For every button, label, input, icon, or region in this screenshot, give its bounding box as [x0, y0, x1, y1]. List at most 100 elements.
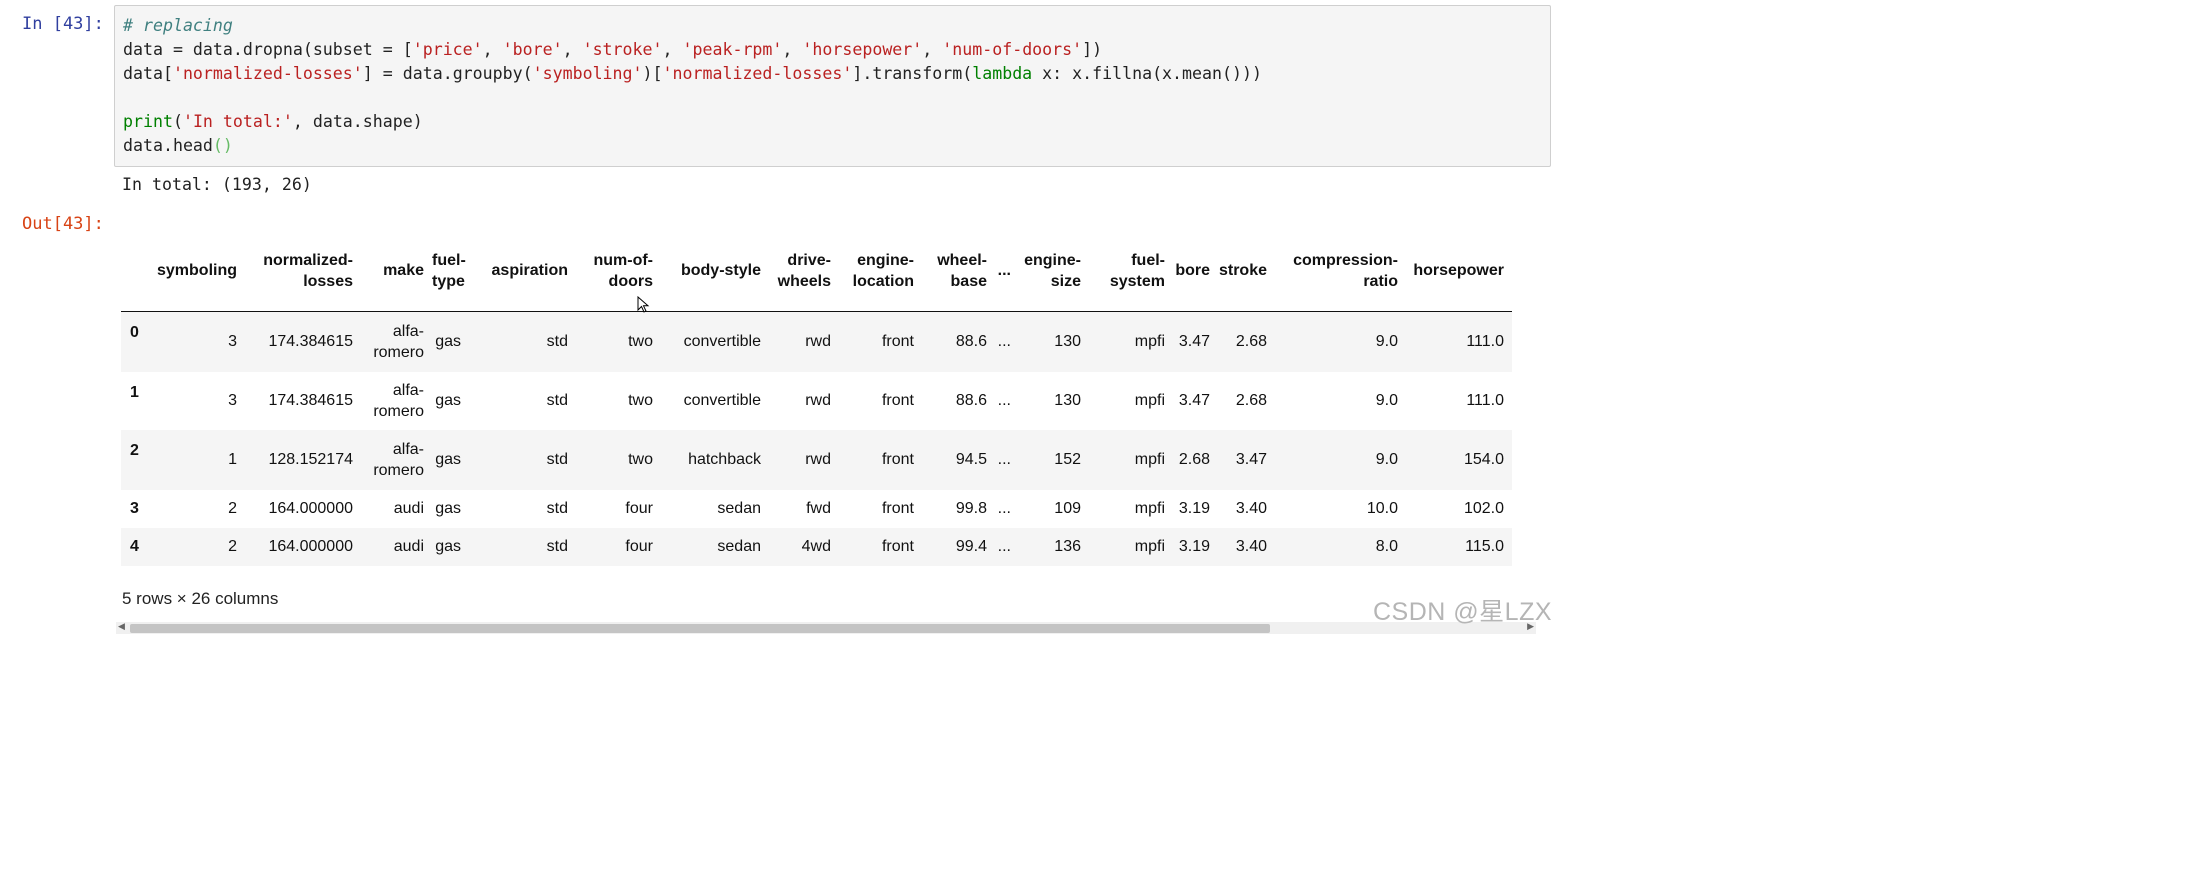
- cell-value: 2.68: [1178, 451, 1210, 468]
- table-cell: ...: [995, 372, 1019, 430]
- table-cell: front: [839, 430, 922, 490]
- dataframe-table: symboling normalized-losses make fuel-type a…: [121, 230, 1512, 566]
- code-editor[interactable]: # replacing data = data.dropna(subset = …: [123, 14, 1262, 158]
- table-cell: hatchback: [661, 430, 769, 490]
- column-header: bore: [1173, 230, 1218, 312]
- cell-value: 102.0: [1463, 500, 1504, 517]
- table-cell: rwd: [769, 430, 839, 490]
- cell-value: 99.4: [955, 538, 987, 555]
- column-header-label: horsepower: [1413, 262, 1504, 279]
- table-cell: 9.0: [1275, 372, 1406, 430]
- table-cell: two: [576, 312, 661, 372]
- table-cell: audi: [361, 490, 432, 528]
- table-cell: 130: [1019, 372, 1089, 430]
- table-cell: 111.0: [1406, 372, 1512, 430]
- column-header: make: [361, 230, 432, 312]
- table-cell: gas: [432, 312, 469, 372]
- table-cell: 164.000000: [245, 528, 361, 566]
- table-cell: alfa-romero: [361, 372, 432, 430]
- cell-value: front: [881, 451, 914, 468]
- cell-value: 174.384615: [268, 392, 353, 409]
- cell-value: rwd: [805, 333, 831, 351]
- code-line: data = data.dropna(subset = ['price', 'b…: [123, 40, 1103, 59]
- table-cell: 3.47: [1173, 312, 1218, 372]
- cell-value: gas: [435, 392, 461, 409]
- cell-value: 154.0: [1463, 451, 1504, 468]
- cell-value: front: [881, 392, 914, 409]
- cell-value: std: [546, 392, 568, 409]
- cell-value: 10.0: [1366, 500, 1398, 517]
- table-cell: 152: [1019, 430, 1089, 490]
- table-cell: convertible: [661, 372, 769, 430]
- column-header-label: engine-size: [1024, 251, 1081, 290]
- cell-value: 128.152174: [268, 451, 353, 468]
- cell-value: audi: [393, 500, 424, 517]
- cell-value: 9.0: [1375, 333, 1398, 351]
- horizontal-scrollbar[interactable]: ◀ ▶: [116, 621, 1536, 634]
- cell-value: 109: [1054, 500, 1081, 517]
- table-cell: 2: [157, 490, 245, 528]
- cell-value: ...: [997, 333, 1011, 351]
- table-cell: 8.0: [1275, 528, 1406, 566]
- row-index: 1: [130, 383, 139, 401]
- cell-value: 3.19: [1178, 538, 1210, 555]
- cell-value: ...: [997, 451, 1011, 468]
- cell-value: 3.47: [1178, 333, 1210, 351]
- table-cell: sedan: [661, 528, 769, 566]
- column-header: compression-ratio: [1275, 230, 1406, 312]
- table-cell: gas: [432, 490, 469, 528]
- cell-value: convertible: [683, 333, 761, 351]
- row-index: 3: [130, 499, 139, 517]
- cell-value: mpfi: [1134, 538, 1165, 555]
- cell-value: 111.0: [1466, 333, 1504, 351]
- cell-value: two: [628, 451, 653, 468]
- cell-value: 164.000000: [268, 500, 353, 517]
- input-prompt: In [43]:: [22, 14, 104, 34]
- table-cell: rwd: [769, 372, 839, 430]
- column-header-label: ...: [997, 262, 1011, 279]
- table-cell: 2.68: [1218, 312, 1275, 372]
- column-header: stroke: [1218, 230, 1275, 312]
- column-header: body-style: [661, 230, 769, 312]
- cell-value: mpfi: [1134, 392, 1165, 409]
- cell-value: 3.40: [1235, 538, 1267, 555]
- cell-value: hatchback: [688, 451, 761, 468]
- table-cell: 3.19: [1173, 490, 1218, 528]
- table-cell: four: [576, 528, 661, 566]
- table-cell: std: [469, 430, 576, 490]
- scrollbar-thumb[interactable]: [130, 624, 1270, 633]
- index-header: [121, 230, 157, 312]
- header-row: symboling normalized-losses make fuel-type a…: [121, 230, 1512, 312]
- cell-value: std: [546, 333, 568, 351]
- cell-value: convertible: [683, 392, 761, 409]
- code-line: data['normalized-losses'] = data.groupby…: [123, 64, 1262, 83]
- mouse-cursor-icon: [637, 296, 650, 313]
- table-cell: 174.384615: [245, 312, 361, 372]
- table-cell: 174.384615: [245, 372, 361, 430]
- table-row: 2 1 128.152174 alfa-romero gas std two hatchbac…: [121, 429, 1512, 490]
- table-cell: gas: [432, 528, 469, 566]
- column-header-label: engine-location: [852, 251, 914, 290]
- column-header: ...: [995, 230, 1019, 312]
- cell-value: four: [625, 538, 653, 555]
- code-cell-input[interactable]: # replacing data = data.dropna(subset = …: [114, 5, 1551, 167]
- cell-value: 88.6: [955, 392, 987, 409]
- table-cell: 9.0: [1275, 312, 1406, 372]
- table-cell: 3.19: [1173, 528, 1218, 566]
- cell-value: std: [546, 538, 568, 555]
- cell-value: 2: [228, 538, 237, 555]
- table-cell: 102.0: [1406, 490, 1512, 528]
- cell-value: ...: [997, 500, 1011, 517]
- column-header-label: drive-wheels: [777, 251, 831, 290]
- table-cell: 111.0: [1406, 312, 1512, 372]
- cell-value: 164.000000: [268, 538, 353, 555]
- table-cell: ...: [995, 430, 1019, 490]
- table-cell: mpfi: [1089, 430, 1173, 490]
- scroll-left-icon[interactable]: ◀: [118, 621, 125, 632]
- cell-value: std: [546, 451, 568, 468]
- column-header-label: bore: [1175, 262, 1210, 279]
- table-cell: convertible: [661, 312, 769, 372]
- cell-value: front: [881, 500, 914, 517]
- cell-value: gas: [435, 333, 461, 351]
- column-header-label: fuel-system: [1109, 251, 1165, 290]
